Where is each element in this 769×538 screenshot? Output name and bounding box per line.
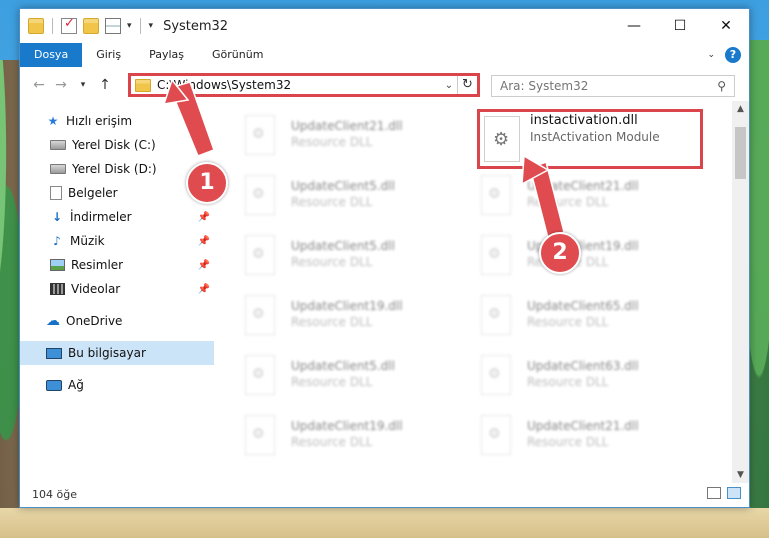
annotation-arrows (162, 78, 565, 239)
step-1-badge: 1 (186, 162, 228, 204)
step-2-badge: 2 (539, 232, 581, 274)
